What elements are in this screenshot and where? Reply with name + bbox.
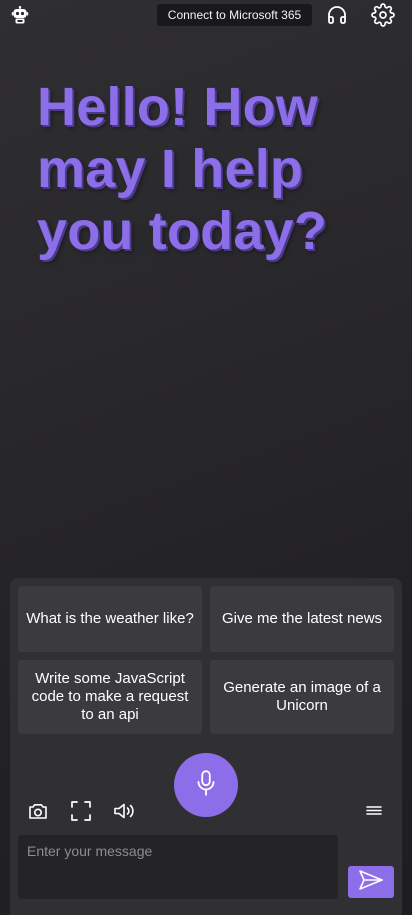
suggestion-weather[interactable]: What is the weather like? xyxy=(18,586,202,652)
camera-icon[interactable] xyxy=(26,799,50,823)
suggestion-javascript[interactable]: Write some JavaScript code to make a req… xyxy=(18,660,202,734)
connect-microsoft-365-button[interactable]: Connect to Microsoft 365 xyxy=(157,4,312,26)
microphone-icon xyxy=(193,769,219,802)
suggestion-news[interactable]: Give me the latest news xyxy=(210,586,394,652)
headphones-icon[interactable] xyxy=(325,3,349,27)
microphone-button[interactable] xyxy=(174,753,238,817)
suggestion-unicorn-image[interactable]: Generate an image of a Unicorn xyxy=(210,660,394,734)
top-bar: Connect to Microsoft 365 xyxy=(0,0,412,32)
chat-panel: What is the weather like? Give me the la… xyxy=(10,578,402,915)
gear-icon[interactable] xyxy=(371,3,395,27)
menu-icon[interactable] xyxy=(362,799,386,823)
send-button[interactable] xyxy=(348,866,394,898)
message-input[interactable] xyxy=(18,835,338,899)
speaker-icon[interactable] xyxy=(112,799,136,823)
send-icon xyxy=(358,869,384,896)
robot-logo-icon xyxy=(11,6,29,24)
greeting-heading: Hello! How may I help you today? xyxy=(37,77,328,261)
fullscreen-icon[interactable] xyxy=(69,799,93,823)
